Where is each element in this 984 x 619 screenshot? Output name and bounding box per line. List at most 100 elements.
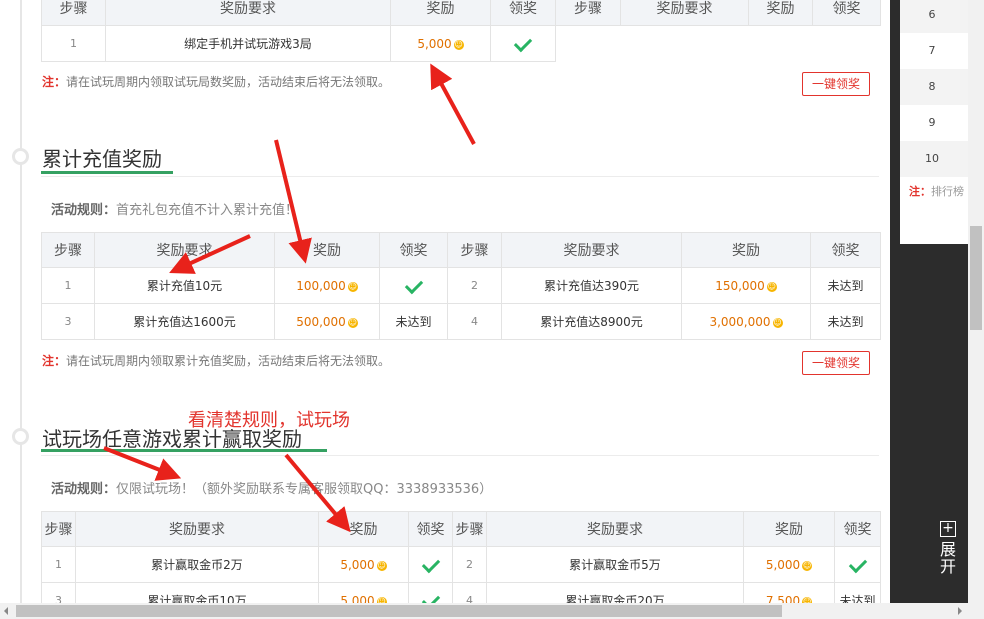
col-step: 步骤 [41, 232, 95, 268]
col-reward: 奖励 [318, 511, 409, 547]
table-row: 1 累计赢取金币2万 5,000 ☺ 2 累计赢取金币5万 5,000 ☺ [41, 546, 881, 583]
col-step: 步骤 [452, 511, 487, 547]
table-row: 1 绑定手机并试玩游戏3局 5,000 ☺ [41, 25, 881, 62]
col-claim: 领奖 [408, 511, 453, 547]
expand-label: 开 [939, 557, 956, 576]
expand-button[interactable]: + 展 开 [929, 500, 967, 600]
reward-cell: 500,000 ☺ [274, 303, 380, 340]
col-requirement: 奖励要求 [94, 232, 275, 268]
col-claim: 领奖 [812, 0, 881, 26]
reward-amount: 5,000 [340, 557, 375, 572]
col-requirement: 奖励要求 [75, 511, 319, 547]
coin-icon: ☺ [347, 317, 358, 328]
claimed-cell [834, 546, 881, 583]
requirement-text: 累计充值10元 [94, 267, 275, 304]
claimed-cell [408, 546, 453, 583]
requirement-text: 绑定手机并试玩游戏3局 [105, 25, 391, 62]
claimed-cell [490, 25, 556, 62]
requirement-text: 累计充值达1600元 [94, 303, 275, 340]
step-number: 4 [447, 303, 502, 340]
divider [41, 176, 879, 177]
reward-amount: 5,000 [765, 557, 801, 572]
section-title-recharge: 累计充值奖励 [42, 147, 162, 171]
claim-all-button[interactable]: 一键领奖 [802, 72, 870, 96]
empty-cell [812, 25, 881, 62]
table-row: 3 累计充值达1600元 500,000 ☺ 未达到 4 累计充值达8900元 3… [41, 303, 881, 340]
reward-amount: 7,500 [765, 593, 801, 604]
step-number: 2 [452, 546, 487, 583]
status-not-reached: 未达到 [810, 267, 881, 304]
activity-rule: 活动规则：首充礼包充值不计入累计充值！ [51, 203, 299, 218]
coin-icon: ☺ [453, 39, 464, 50]
step-number: 4 [452, 582, 487, 603]
reward-amount: 500,000 [296, 314, 346, 329]
col-reward: 奖励 [390, 0, 491, 26]
col-step: 步骤 [41, 511, 76, 547]
reward-cell: 5,000 ☺ [390, 25, 491, 62]
divider [41, 455, 879, 456]
requirement-text: 累计充值达8900元 [501, 303, 682, 340]
requirement-text: 累计赢取金币20万 [486, 582, 744, 603]
col-claim: 领奖 [490, 0, 556, 26]
reward-cell: 100,000 ☺ [274, 267, 380, 304]
step-number: 3 [41, 582, 76, 603]
reward-cell: 5,000 ☺ [743, 546, 835, 583]
status-not-reached: 未达到 [379, 303, 448, 340]
horizontal-scrollbar[interactable] [0, 603, 984, 619]
expand-label: 展 [939, 540, 956, 559]
col-reward: 奖励 [748, 0, 813, 26]
reward-amount: 3,000,000 [709, 314, 771, 329]
scroll-right-icon[interactable] [958, 607, 962, 615]
reward-cell: 3,000,000 ☺ [681, 303, 811, 340]
check-icon [848, 554, 867, 573]
coin-icon: ☺ [802, 560, 813, 571]
ranking-list: 6 7 8 9 10 注：排行榜 [900, 0, 974, 244]
requirement-text: 累计赢取金币10万 [75, 582, 319, 603]
check-icon [421, 590, 440, 603]
activity-rule: 活动规则：仅限试玩场！（额外奖励联系专属客服领取QQ：3338933536） [51, 482, 493, 497]
arrow [430, 63, 476, 145]
note-recharge: 注：请在试玩周期内领取累计充值奖励，活动结束后将无法领取。 [42, 354, 391, 368]
table-row: 3 累计赢取金币10万 5,000 ☺ 4 累计赢取金币20万 7,500 ☺ 未达… [41, 582, 881, 604]
coin-icon: ☺ [772, 317, 783, 328]
col-step: 步骤 [447, 232, 502, 268]
col-requirement: 奖励要求 [620, 0, 749, 26]
reward-amount: 150,000 [715, 278, 765, 293]
note-trial: 注：请在试玩周期内领取试玩局数奖励，活动结束后将无法领取。 [42, 75, 391, 89]
step-number: 1 [41, 25, 106, 62]
title-underline [41, 449, 327, 452]
check-icon [513, 33, 533, 52]
main-content: 步骤 奖励要求 奖励 领奖 步骤 奖励要求 奖励 领奖 1 绑定手机并试玩游戏3… [0, 0, 890, 603]
ranking-note: 注：排行榜 [909, 185, 964, 198]
status-not-reached: 未达到 [810, 303, 881, 340]
coin-icon: ☺ [376, 560, 387, 571]
col-requirement: 奖励要求 [486, 511, 744, 547]
requirement-text: 累计赢取金币2万 [75, 546, 319, 583]
list-item: 6 [900, 0, 974, 33]
claim-all-button[interactable]: 一键领奖 [802, 351, 870, 375]
check-icon [421, 554, 440, 573]
list-item: 9 [928, 116, 936, 129]
scrollbar-thumb[interactable] [16, 605, 782, 617]
reward-cell: 5,000 ☺ [318, 582, 409, 604]
trial-rounds-table: 步骤 奖励要求 奖励 领奖 步骤 奖励要求 奖励 领奖 1 绑定手机并试玩游戏3… [41, 0, 881, 62]
requirement-text: 累计赢取金币5万 [486, 546, 744, 583]
title-underline [41, 171, 173, 174]
coin-icon: ☺ [766, 281, 777, 292]
coin-icon: ☺ [347, 281, 358, 292]
vertical-scrollbar[interactable] [968, 0, 984, 603]
reward-amount: 5,000 [340, 593, 375, 604]
step-number: 3 [41, 303, 95, 340]
col-step: 步骤 [555, 0, 621, 26]
col-claim: 领奖 [379, 232, 448, 268]
reward-amount: 5,000 [417, 36, 452, 51]
empty-cell [620, 25, 749, 62]
list-item: 8 [900, 69, 974, 105]
scroll-left-icon[interactable] [4, 607, 8, 615]
requirement-text: 累计充值达390元 [501, 267, 682, 304]
scrollbar-thumb[interactable] [970, 226, 982, 330]
col-claim: 领奖 [810, 232, 881, 268]
step-number: 2 [447, 267, 502, 304]
col-requirement: 奖励要求 [501, 232, 682, 268]
col-reward: 奖励 [274, 232, 380, 268]
